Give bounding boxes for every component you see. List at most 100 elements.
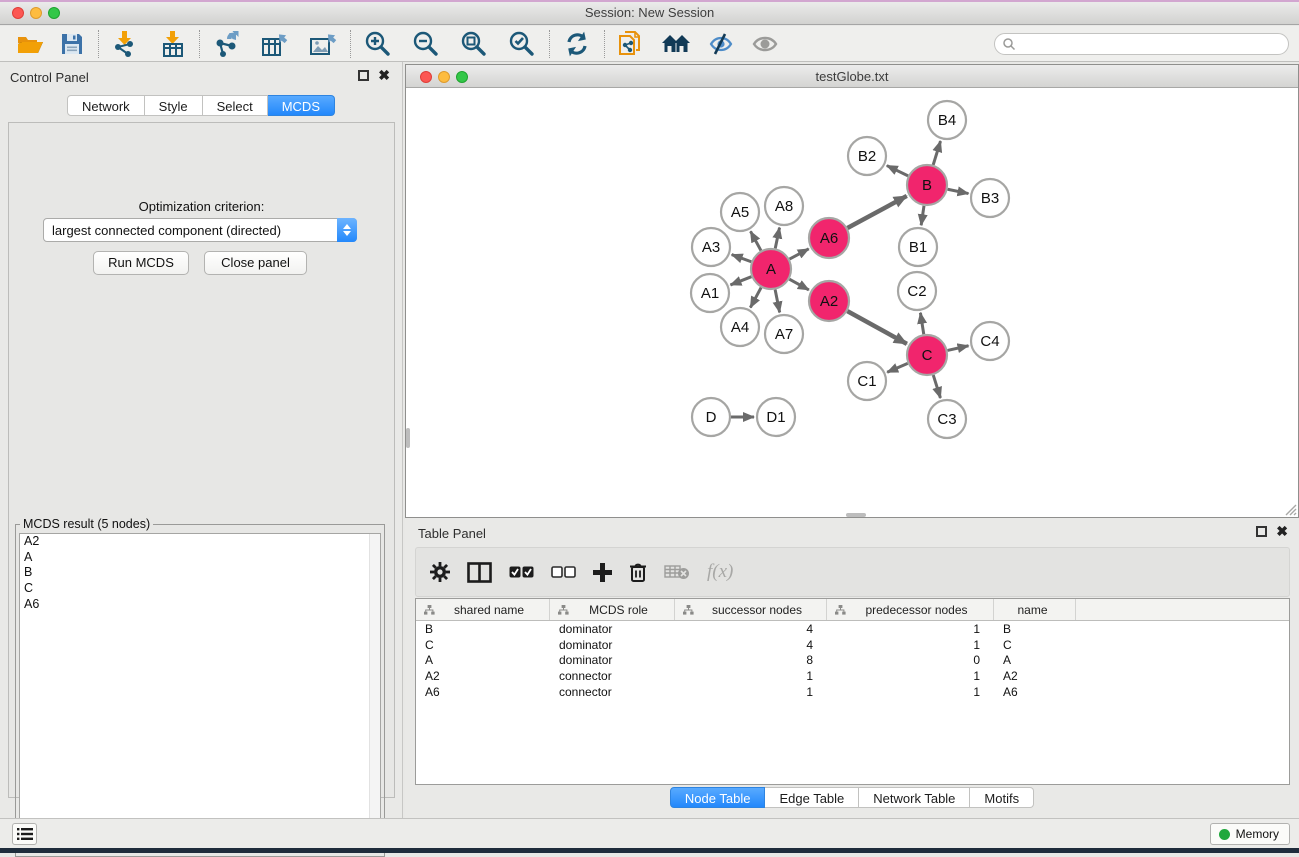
table-cell[interactable]: A2 <box>416 669 550 683</box>
run-mcds-button[interactable]: Run MCDS <box>93 251 189 275</box>
refresh-icon[interactable] <box>560 29 594 59</box>
node-table[interactable]: shared nameMCDS rolesuccessor nodesprede… <box>415 598 1290 785</box>
column-header-predecessor-nodes[interactable]: predecessor nodes <box>827 599 994 620</box>
table-cell[interactable]: 1 <box>827 685 994 699</box>
mcds-result-item[interactable]: A <box>20 550 380 566</box>
tab-style[interactable]: Style <box>145 95 203 116</box>
table-cell[interactable]: B <box>994 622 1076 636</box>
graph-edge-C-C4[interactable] <box>947 346 968 351</box>
table-cell[interactable]: dominator <box>550 638 675 652</box>
add-column-icon[interactable] <box>593 563 612 582</box>
graph-edge-A-A2[interactable] <box>789 279 808 290</box>
zoom-fit-icon[interactable] <box>457 29 491 59</box>
table-row[interactable]: Adominator80A <box>416 652 1289 668</box>
tab-network[interactable]: Network <box>67 95 145 116</box>
canvas-vertical-scrollbar[interactable] <box>406 428 410 448</box>
table-cell[interactable]: A6 <box>416 685 550 699</box>
table-row[interactable]: Cdominator41C <box>416 637 1289 653</box>
graph-edge-C-C1[interactable] <box>887 363 908 372</box>
table-cell[interactable]: C <box>416 638 550 652</box>
graph-edge-B-B1[interactable] <box>921 206 924 225</box>
float-panel-icon[interactable] <box>358 70 369 81</box>
tab-select[interactable]: Select <box>203 95 268 116</box>
table-cell[interactable]: 1 <box>675 685 827 699</box>
table-cell[interactable]: C <box>994 638 1076 652</box>
table-cell[interactable]: A <box>994 653 1076 667</box>
zoom-out-icon[interactable] <box>409 29 443 59</box>
column-header-name[interactable]: name <box>994 599 1076 620</box>
zoom-selected-icon[interactable] <box>505 29 539 59</box>
table-cell[interactable]: 8 <box>675 653 827 667</box>
hide-labels-icon[interactable] <box>705 29 737 59</box>
mcds-result-item[interactable]: C <box>20 581 380 597</box>
home-icon[interactable] <box>659 29 693 59</box>
column-header-MCDS-role[interactable]: MCDS role <box>550 599 675 620</box>
delete-table-icon[interactable] <box>664 564 690 580</box>
toggle-panes-icon[interactable] <box>467 562 492 583</box>
tab-mcds[interactable]: MCDS <box>268 95 335 116</box>
graph-edge-A-A1[interactable] <box>730 277 751 285</box>
deselect-all-icon[interactable] <box>551 566 576 579</box>
graph-edge-A-A6[interactable] <box>790 249 809 259</box>
network-canvas[interactable]: AA1A2A3A4A5A6A7A8BB1B2B3B4CC1C2C3C4DD1 <box>406 88 1298 517</box>
graph-edge-A6-B[interactable] <box>847 196 906 228</box>
table-cell[interactable]: 1 <box>827 669 994 683</box>
import-network-icon[interactable] <box>109 29 141 59</box>
column-header-shared-name[interactable]: shared name <box>416 599 550 620</box>
network-window-titlebar[interactable]: testGlobe.txt <box>406 65 1298 88</box>
table-cell[interactable]: dominator <box>550 653 675 667</box>
table-cell[interactable]: A6 <box>994 685 1076 699</box>
table-cell[interactable]: B <box>416 622 550 636</box>
table-cell[interactable]: A2 <box>994 669 1076 683</box>
export-image-icon[interactable] <box>306 29 340 59</box>
canvas-horizontal-scrollbar[interactable] <box>846 513 866 517</box>
toolbar-search[interactable] <box>994 33 1289 55</box>
graph-edge-A-A3[interactable] <box>732 255 752 262</box>
save-session-icon[interactable] <box>56 29 88 59</box>
graph-edge-A-A8[interactable] <box>775 228 779 249</box>
open-session-icon[interactable] <box>14 29 46 59</box>
graph-edge-B-B4[interactable] <box>933 141 940 165</box>
mcds-result-list[interactable]: A2ABCA6 <box>19 533 381 853</box>
memory-button[interactable]: Memory <box>1210 823 1290 845</box>
table-row[interactable]: A2connector11A2 <box>416 668 1289 684</box>
zoom-in-icon[interactable] <box>361 29 395 59</box>
table-cell[interactable]: 0 <box>827 653 994 667</box>
table-cell[interactable]: 1 <box>675 669 827 683</box>
table-cell[interactable]: 4 <box>675 638 827 652</box>
mcds-result-item[interactable]: A6 <box>20 597 380 613</box>
graph-edge-C-C2[interactable] <box>920 313 923 335</box>
table-cell[interactable]: connector <box>550 685 675 699</box>
optimization-criterion-select[interactable]: largest connected component (directed) <box>43 218 357 242</box>
tab-motifs[interactable]: Motifs <box>970 787 1034 808</box>
export-network-icon[interactable] <box>210 29 244 59</box>
table-cell[interactable]: 1 <box>827 622 994 636</box>
graph-edge-C-C3[interactable] <box>933 375 940 398</box>
mcds-result-item[interactable]: A2 <box>20 534 380 550</box>
float-table-panel-icon[interactable] <box>1256 526 1267 537</box>
graph-edge-B-B3[interactable] <box>948 189 969 193</box>
graph-edge-A2-C[interactable] <box>847 311 906 344</box>
search-input[interactable] <box>1016 36 1288 52</box>
network-graph[interactable]: AA1A2A3A4A5A6A7A8BB1B2B3B4CC1C2C3C4DD1 <box>406 88 1298 517</box>
mcds-result-item[interactable]: B <box>20 565 380 581</box>
table-settings-gear-icon[interactable] <box>430 562 450 582</box>
table-cell[interactable]: A <box>416 653 550 667</box>
import-table-icon[interactable] <box>157 29 189 59</box>
result-scrollbar[interactable] <box>369 534 380 852</box>
graph-edge-A-A4[interactable] <box>750 288 761 308</box>
tab-network-table[interactable]: Network Table <box>859 787 970 808</box>
resize-grip-icon[interactable] <box>1283 502 1297 516</box>
tab-node-table[interactable]: Node Table <box>670 787 766 808</box>
graph-edge-A-A7[interactable] <box>775 290 780 313</box>
table-row[interactable]: Bdominator41B <box>416 621 1289 637</box>
network-from-file-icon[interactable] <box>615 29 647 59</box>
delete-column-trash-icon[interactable] <box>629 562 647 583</box>
select-all-icon[interactable] <box>509 566 534 579</box>
graph-edge-B-B2[interactable] <box>887 166 908 176</box>
export-table-icon[interactable] <box>258 29 292 59</box>
column-header-successor-nodes[interactable]: successor nodes <box>675 599 827 620</box>
table-cell[interactable]: 1 <box>827 638 994 652</box>
graph-edge-A-A5[interactable] <box>751 231 761 250</box>
task-history-button[interactable] <box>12 823 37 845</box>
